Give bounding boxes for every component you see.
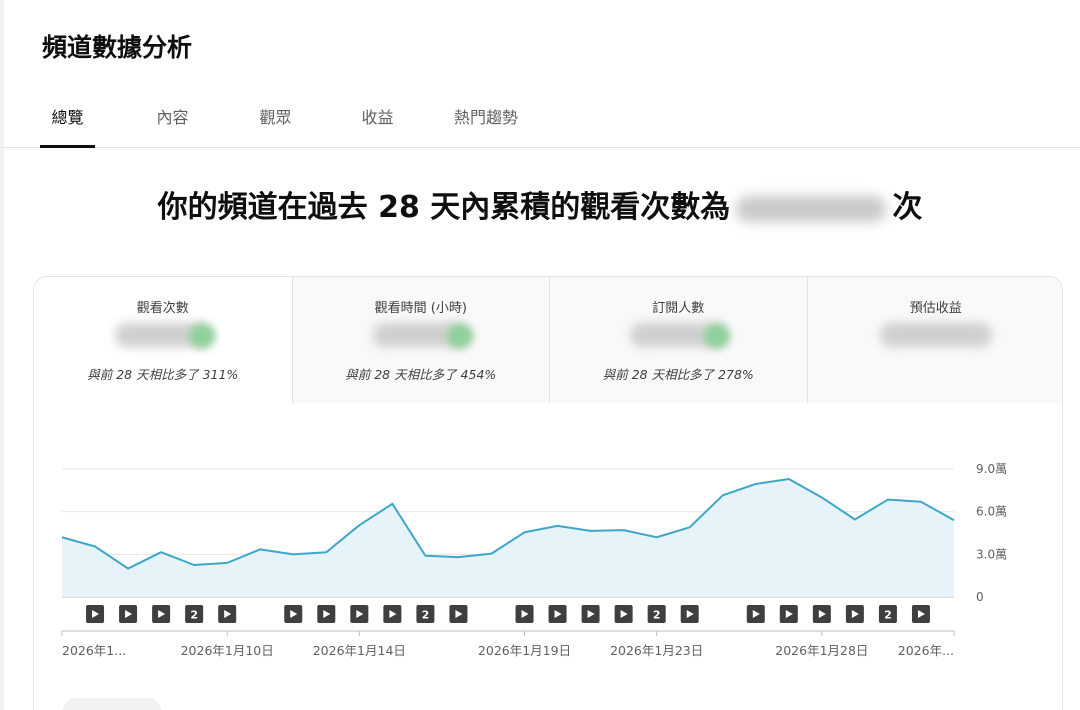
y-tick-label: 0 bbox=[976, 590, 984, 604]
metric-label: 訂閱人數 bbox=[652, 301, 705, 316]
y-tick-label: 3.0萬 bbox=[976, 547, 1007, 561]
multi-upload-count: 2 bbox=[884, 609, 892, 622]
metric-change: 與前 28 天相比多了 454% bbox=[345, 367, 497, 382]
trend-up-icon bbox=[446, 324, 473, 348]
metric-estimated-revenue[interactable]: 預估收益 bbox=[806, 277, 1062, 403]
metric-tabs: 觀看次數 與前 28 天相比多了 311% 觀看時間 (小時) 與前 28 天相… bbox=[34, 277, 1062, 403]
x-tick-label: 2026年1月28日 bbox=[775, 643, 868, 658]
headline-prefix: 你的頻道在過去 28 天內累積的觀看次數為 bbox=[157, 190, 731, 225]
page-title: 頻道數據分析 bbox=[42, 33, 193, 62]
x-tick-label: 2026年... bbox=[898, 643, 954, 658]
metric-label: 觀看次數 bbox=[136, 301, 189, 316]
tab-bar: 總覽 內容 觀眾 收益 熱門趨勢 bbox=[0, 96, 1080, 148]
multi-upload-count: 2 bbox=[190, 609, 198, 622]
x-tick-label: 2026年1月10日 bbox=[181, 643, 274, 658]
x-tick-label: 2026年1月19日 bbox=[478, 643, 571, 658]
metric-change: 與前 28 天相比多了 311% bbox=[87, 367, 239, 382]
analytics-card: 觀看次數 與前 28 天相比多了 311% 觀看時間 (小時) 與前 28 天相… bbox=[33, 276, 1063, 710]
metric-label: 觀看時間 (小時) bbox=[374, 301, 467, 316]
trend-up-icon bbox=[704, 324, 731, 348]
x-tick-label: 2026年1月23日 bbox=[610, 643, 703, 658]
metric-views[interactable]: 觀看次數 與前 28 天相比多了 311% bbox=[34, 277, 292, 403]
metric-label: 預估收益 bbox=[909, 301, 962, 316]
metric-change: 與前 28 天相比多了 278% bbox=[602, 367, 754, 382]
metric-watch-time[interactable]: 觀看時間 (小時) 與前 28 天相比多了 454% bbox=[291, 277, 549, 403]
tab-audience[interactable]: 觀眾 bbox=[248, 104, 303, 148]
metric-subscribers[interactable]: 訂閱人數 與前 28 天相比多了 278% bbox=[549, 277, 807, 403]
x-tick-label: 2026年1月14日 bbox=[313, 643, 406, 658]
headline-suffix: 次 bbox=[892, 190, 923, 225]
headline: 你的頻道在過去 28 天內累積的觀看次數為 次 bbox=[0, 182, 1080, 226]
tab-content[interactable]: 內容 bbox=[145, 104, 200, 148]
y-tick-label: 9.0萬 bbox=[976, 462, 1007, 476]
see-more-button[interactable] bbox=[62, 698, 162, 710]
trend-up-icon bbox=[188, 324, 215, 348]
x-tick-label: 2026年1... bbox=[62, 643, 126, 658]
multi-upload-count: 2 bbox=[653, 609, 661, 622]
views-chart: 9.0萬 6.0萬 3.0萬 0 2 2 2 2 2026年1... 2026年1月10日 2026… bbox=[61, 462, 1007, 658]
tab-trending[interactable]: 熱門趨勢 bbox=[445, 104, 527, 148]
metric-value-blurred bbox=[879, 323, 992, 347]
y-tick-label: 6.0萬 bbox=[976, 505, 1007, 519]
multi-upload-count: 2 bbox=[422, 609, 430, 622]
tab-revenue[interactable]: 收益 bbox=[350, 104, 405, 148]
headline-blurred-value bbox=[736, 195, 887, 222]
tab-overview[interactable]: 總覽 bbox=[40, 104, 95, 148]
